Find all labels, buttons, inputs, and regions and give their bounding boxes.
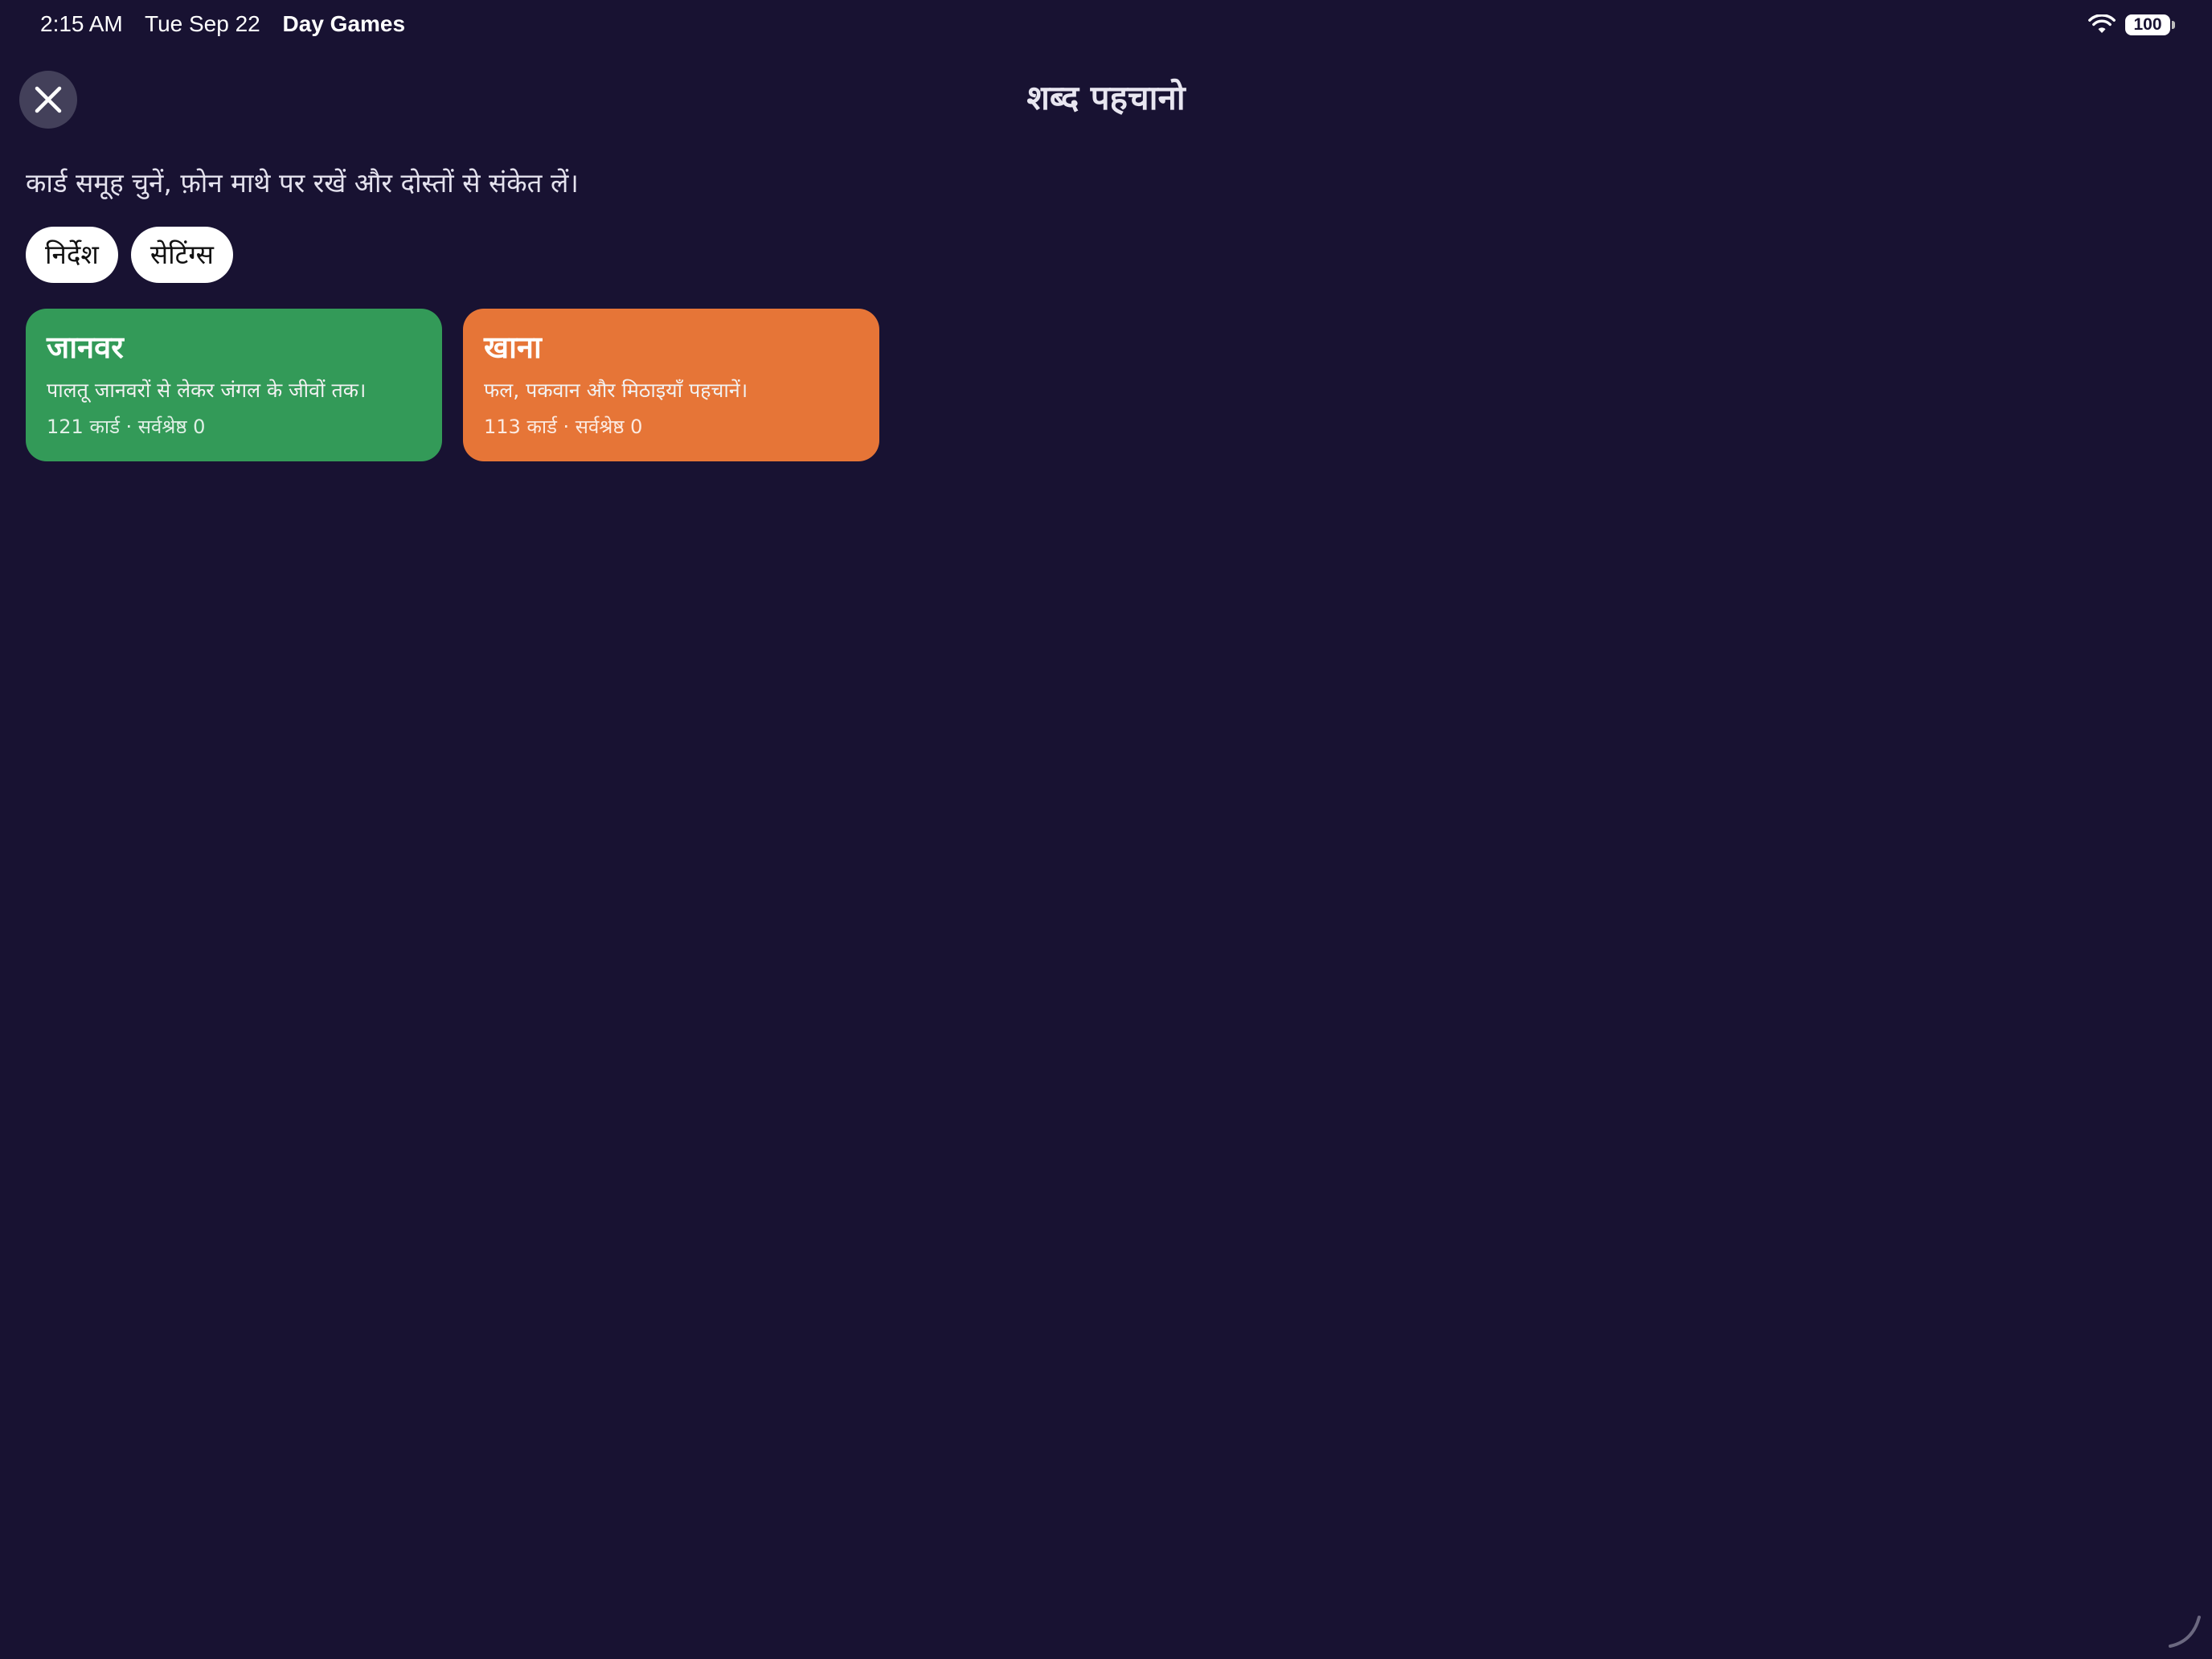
deck-meta: 113 कार्ड · सर्वश्रेष्ठ 0 [484, 415, 643, 438]
resize-handle-icon[interactable] [2165, 1612, 2204, 1651]
deck-title: खाना [484, 330, 542, 365]
deck-card-food[interactable]: खाना फल, पकवान और मिठाइयाँ पहचानें। 113 … [463, 309, 879, 461]
deck-grid: जानवर पालतू जानवरों से लेकर जंगल के जीवो… [26, 309, 879, 461]
status-right: 100 [2088, 13, 2175, 37]
status-time: 2:15 AM [40, 11, 123, 36]
settings-button[interactable]: सेटिंग्स [130, 227, 233, 283]
battery-indicator: 100 [2125, 14, 2175, 35]
wifi-icon [2088, 14, 2116, 33]
instructions-button[interactable]: निर्देश [26, 227, 118, 283]
page-subtitle: कार्ड समूह चुनें, फ़ोन माथे पर रखें और द… [26, 167, 579, 199]
status-left: 2:15 AM Tue Sep 22 Day Games [40, 11, 421, 37]
deck-meta: 121 कार्ड · सर्वश्रेष्ठ 0 [47, 415, 206, 438]
status-bar: 2:15 AM Tue Sep 22 Day Games 100 [0, 0, 2212, 53]
deck-description: फल, पकवान और मिठाइयाँ पहचानें। [484, 378, 748, 402]
deck-description: पालतू जानवरों से लेकर जंगल के जीवों तक। [47, 378, 367, 402]
status-app-name: Day Games [282, 11, 406, 36]
action-buttons: निर्देश सेटिंग्स [26, 227, 233, 283]
deck-card-animals[interactable]: जानवर पालतू जानवरों से लेकर जंगल के जीवो… [26, 309, 442, 461]
deck-title: जानवर [47, 330, 124, 365]
status-date: Tue Sep 22 [145, 11, 260, 36]
page-title: शब्द पहचानो [1026, 78, 1186, 117]
